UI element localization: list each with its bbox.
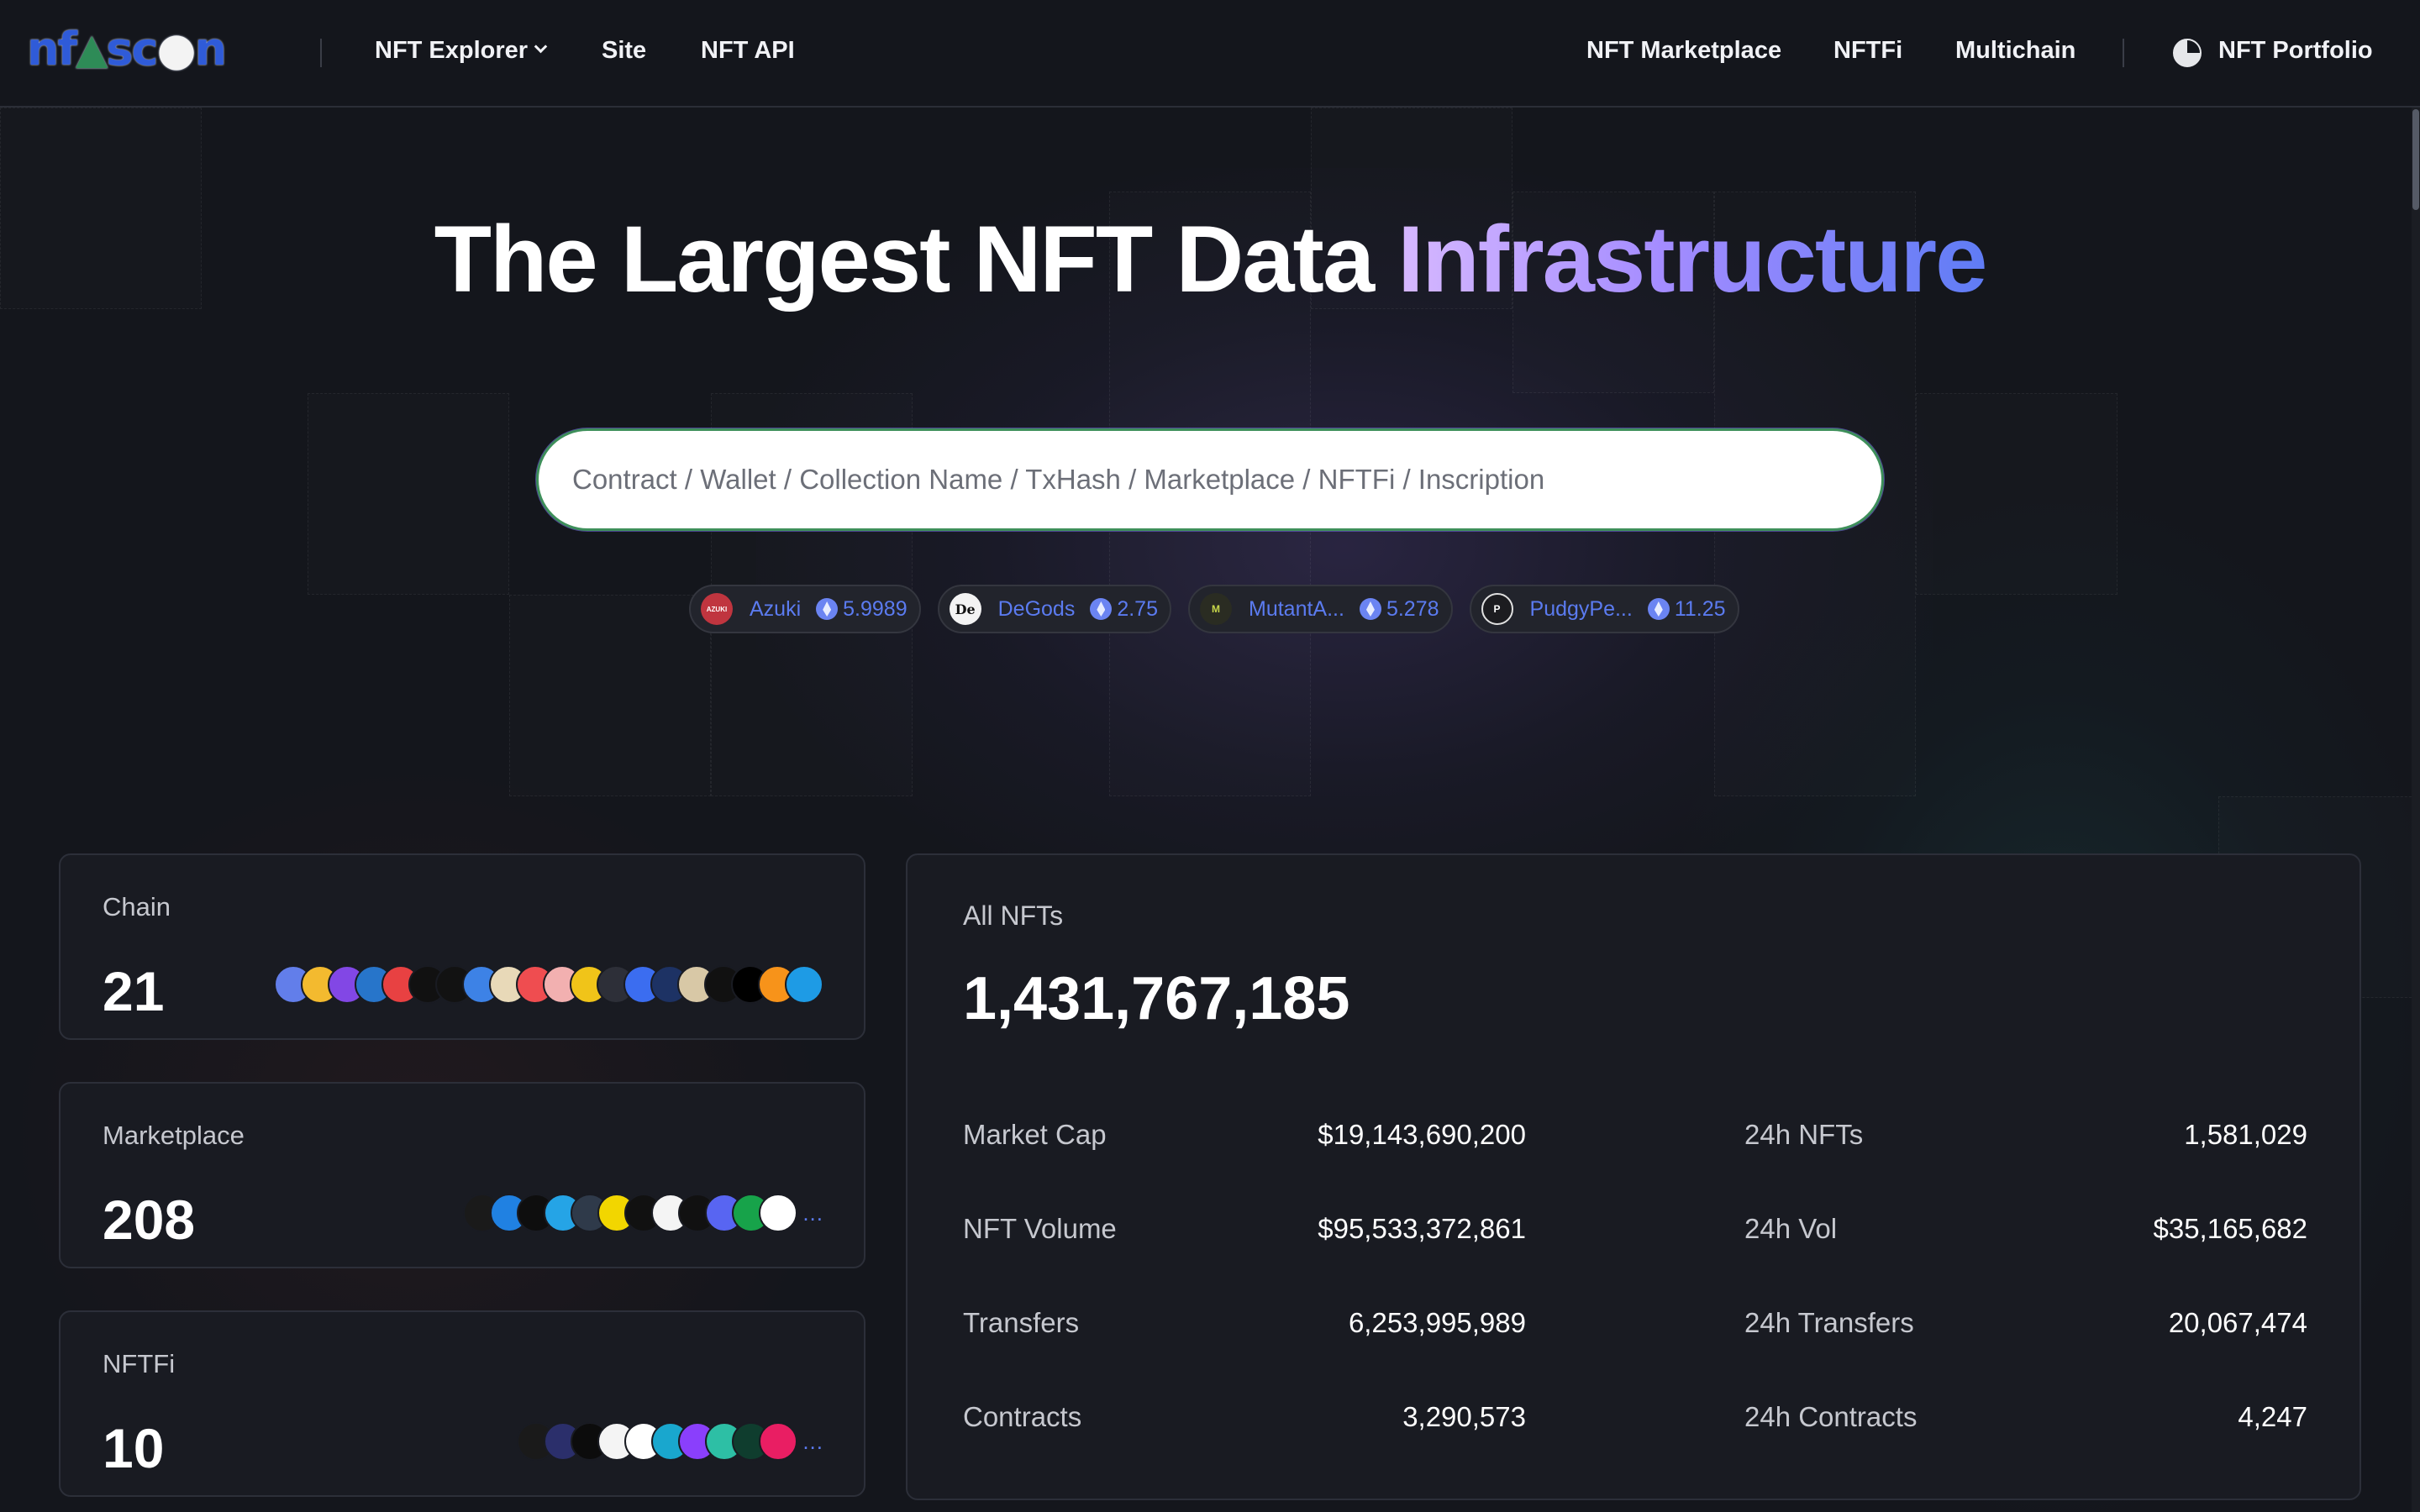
stat-row-contracts: Contracts 3,290,573	[963, 1401, 1526, 1443]
nav-multichain[interactable]: Multichain	[1955, 37, 2075, 65]
nav-nft-portfolio[interactable]: NFT Portfolio	[2218, 37, 2373, 65]
nav-divider	[2123, 39, 2124, 67]
marketplace-logo-icon	[759, 1194, 798, 1232]
nav-nft-explorer-label: NFT Explorer	[375, 37, 529, 64]
stat-value: $19,143,690,200	[1318, 1119, 1526, 1150]
stat-key: 24h Vol	[1744, 1213, 1838, 1244]
marketplace-card[interactable]: Marketplace 208 ...	[59, 1082, 865, 1268]
trending-chip-pudgy[interactable]: P PudgyPe... 11.25	[1469, 585, 1739, 633]
logo-text: nf	[27, 22, 77, 76]
pie-chart-icon[interactable]	[2173, 39, 2202, 67]
stat-key: 24h Transfers	[1744, 1307, 1914, 1338]
nftfi-card-value: 10	[103, 1417, 165, 1479]
chain-card-label: Chain	[103, 892, 171, 921]
stat-row-market-cap: Market Cap $19,143,690,200	[963, 1119, 1526, 1161]
chain-card[interactable]: Chain 21	[59, 853, 865, 1040]
background-grid-cell	[1916, 393, 2118, 595]
stat-row-24h-contracts: 24h Contracts 4,247	[1744, 1401, 2307, 1443]
logo-text: sc	[106, 22, 158, 76]
stat-value: 20,067,474	[2168, 1307, 2307, 1338]
trending-collections: AZUKI Azuki 5.9989 De DeGods 2.75 M Muta…	[689, 585, 1739, 633]
stat-key: Market Cap	[963, 1119, 1107, 1150]
chain-card-value: 21	[103, 960, 165, 1022]
nftfi-card[interactable]: NFTFi 10 ...	[59, 1310, 865, 1497]
top-navbar: nf ▲ sc ● n NFT Explorer Site NFT API NFT Ma…	[0, 0, 2420, 108]
stat-key: 24h Contracts	[1744, 1401, 1918, 1432]
nftfi-icon-stack: ...	[517, 1421, 823, 1462]
eth-icon	[1647, 598, 1670, 620]
chip-name: Azuki	[750, 596, 802, 621]
stat-value: 1,581,029	[2184, 1119, 2307, 1150]
stat-key: Contracts	[963, 1401, 1082, 1432]
chip-price: 11.25	[1674, 596, 1726, 621]
hero-title-accent: Infrastructure	[1397, 207, 1987, 312]
logo-text: n	[194, 22, 227, 76]
hero-title-main: The Largest NFT Data	[434, 207, 1376, 312]
pudgy-avatar-icon: P	[1481, 593, 1513, 625]
chip-name: PudgyPe...	[1529, 596, 1633, 621]
stat-value: 4,247	[2238, 1401, 2307, 1432]
marketplace-more-indicator: ...	[802, 1200, 823, 1226]
eth-icon	[816, 598, 839, 620]
background-grid-cell	[509, 595, 711, 796]
page-scrollbar[interactable]	[2412, 108, 2420, 1512]
stat-row-24h-transfers: 24h Transfers 20,067,474	[1744, 1307, 2307, 1349]
azuki-avatar-icon: AZUKI	[701, 593, 733, 625]
chip-price: 5.9989	[843, 596, 908, 621]
stat-value: 6,253,995,989	[1348, 1307, 1526, 1338]
scrollbar-thumb[interactable]	[2412, 109, 2419, 210]
stat-row-24h-nfts: 24h NFTs 1,581,029	[1744, 1119, 2307, 1161]
stat-key: NFT Volume	[963, 1213, 1117, 1244]
all-nfts-label: All NFTs	[963, 900, 1064, 931]
nftfi-card-label: NFTFi	[103, 1349, 176, 1378]
stat-row-transfers: Transfers 6,253,995,989	[963, 1307, 1526, 1349]
nav-nft-marketplace[interactable]: NFT Marketplace	[1586, 37, 1781, 65]
tree-icon: ▲	[75, 24, 108, 73]
chip-name: MutantA...	[1249, 596, 1344, 621]
nav-nft-api[interactable]: NFT API	[701, 37, 795, 65]
all-nfts-stats-panel: All NFTs 1,431,767,185 Market Cap $19,14…	[906, 853, 2361, 1500]
stat-value: $95,533,372,861	[1318, 1213, 1526, 1244]
nftfi-more-indicator: ...	[802, 1428, 823, 1454]
snowman-icon: ●	[156, 22, 197, 76]
nftscan-logo[interactable]: nf ▲ sc ● n	[27, 22, 227, 76]
marketplace-card-value: 208	[103, 1189, 196, 1251]
nav-site[interactable]: Site	[602, 37, 646, 65]
marketplace-icon-stack: ...	[463, 1193, 823, 1233]
eth-icon	[1359, 598, 1381, 620]
chevron-down-icon	[534, 39, 548, 54]
trending-chip-azuki[interactable]: AZUKI Azuki 5.9989	[689, 585, 921, 633]
degods-avatar-icon: De	[949, 593, 981, 625]
stat-row-nft-volume: NFT Volume $95,533,372,861	[963, 1213, 1526, 1255]
trending-chip-degods[interactable]: De DeGods 2.75	[937, 585, 1171, 633]
eth-icon	[1090, 598, 1113, 620]
stat-key: Transfers	[963, 1307, 1080, 1338]
stat-row-24h-vol: 24h Vol $35,165,682	[1744, 1213, 2307, 1255]
chain-icon-stack	[274, 964, 823, 1005]
search-bar[interactable]	[536, 428, 1884, 531]
nav-nftfi[interactable]: NFTFi	[1833, 37, 1902, 65]
marketplace-card-label: Marketplace	[103, 1121, 245, 1150]
search-input[interactable]	[572, 431, 1849, 528]
stat-value: 3,290,573	[1402, 1401, 1526, 1432]
chip-name: DeGods	[997, 596, 1076, 621]
nav-nft-explorer[interactable]: NFT Explorer	[375, 37, 548, 65]
chip-price: 2.75	[1117, 596, 1158, 621]
stat-key: 24h NFTs	[1744, 1119, 1864, 1150]
trending-chip-mutant[interactable]: M MutantA... 5.278	[1188, 585, 1453, 633]
nftfi-logo-icon	[759, 1422, 798, 1461]
all-nfts-total: 1,431,767,185	[963, 965, 1350, 1032]
stat-value: $35,165,682	[2153, 1213, 2307, 1244]
chain-logo-icon	[785, 965, 823, 1004]
background-grid-cell	[308, 393, 509, 595]
hero-title: The Largest NFT Data Infrastructure	[0, 205, 2420, 313]
nav-divider	[320, 39, 322, 67]
chip-price: 5.278	[1386, 596, 1439, 621]
mutant-avatar-icon: M	[1200, 593, 1232, 625]
